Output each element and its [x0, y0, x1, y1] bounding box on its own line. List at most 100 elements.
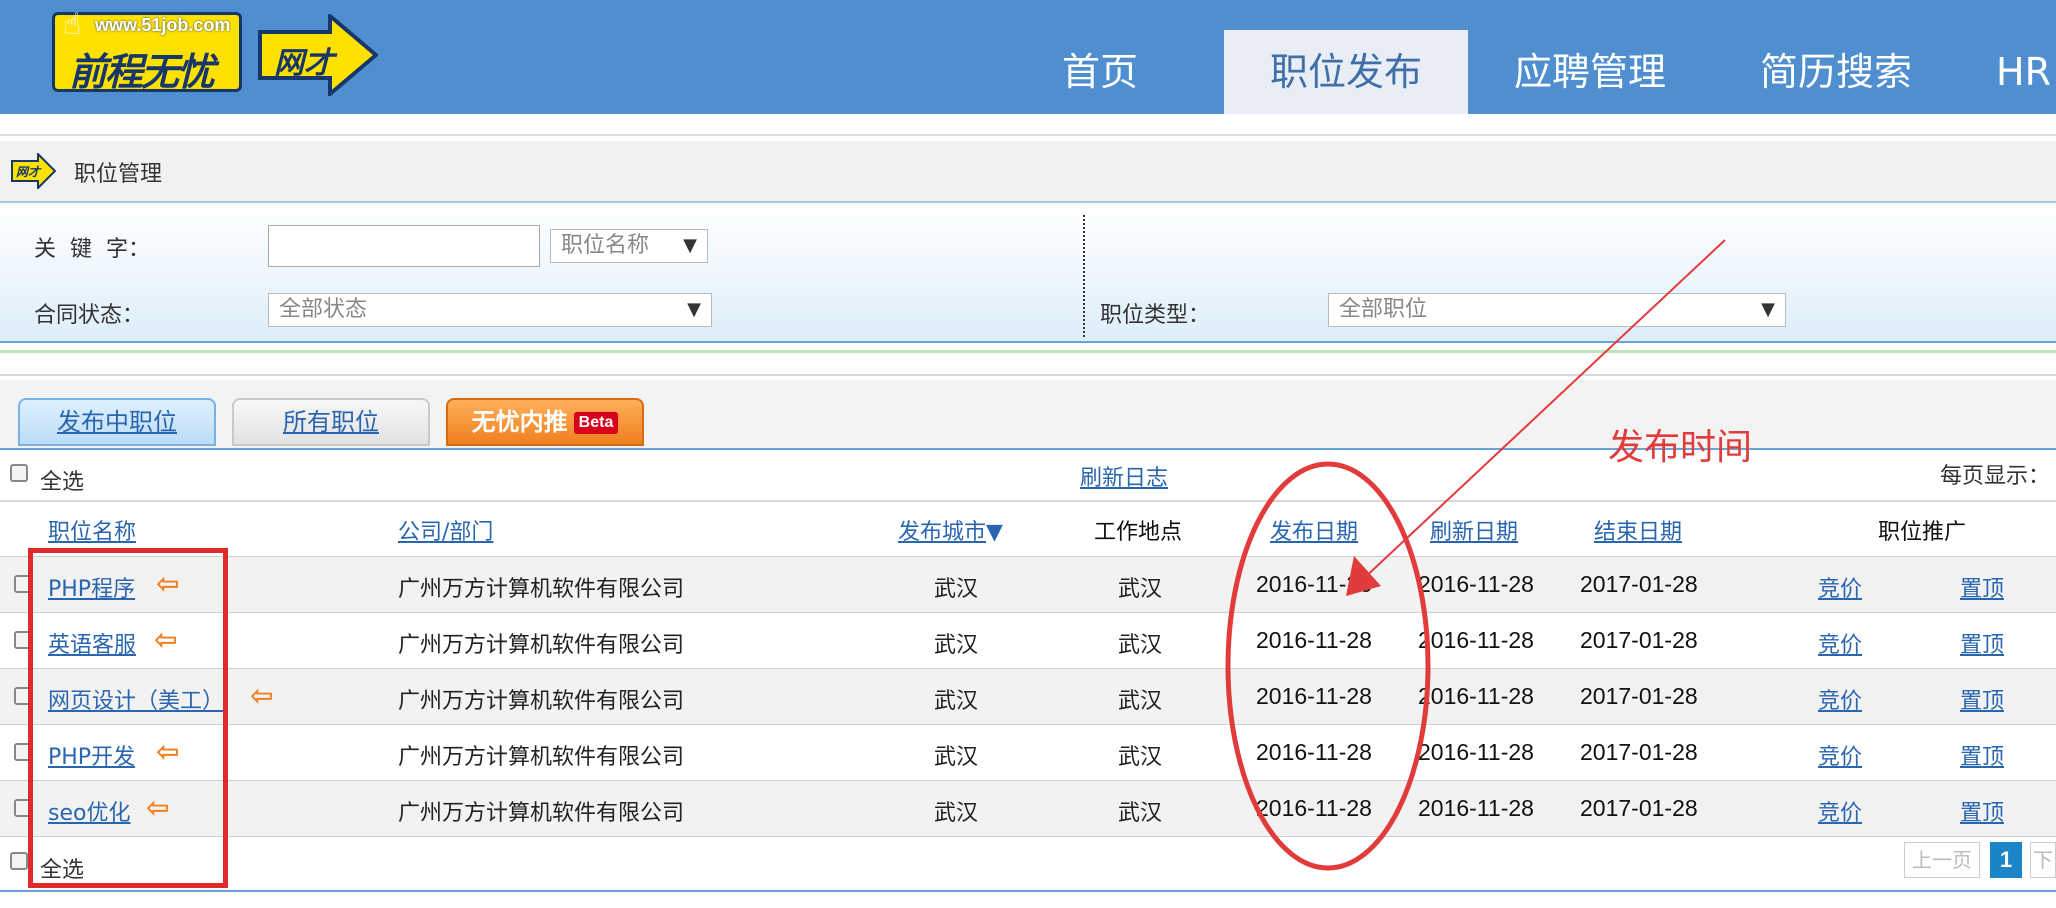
chevron-down-icon: ▼: [1761, 299, 1775, 320]
location-cell: 武汉: [1118, 633, 1163, 658]
refresh-log-link[interactable]: 刷新日志: [1080, 460, 1168, 492]
tab-internal-referral[interactable]: 无忧内推 Beta: [446, 398, 644, 446]
beta-badge: Beta: [573, 412, 619, 434]
prev-page-button[interactable]: 上一页: [1904, 842, 1980, 878]
nav-job-publish[interactable]: 职位发布: [1224, 30, 1468, 114]
divider: [0, 374, 2056, 376]
table-row: PHP程序 ⇦ 广州万方计算机软件有限公司 武汉 武汉 2016-11-28 2…: [0, 556, 2056, 613]
sort-down-icon: ▼: [986, 520, 1003, 545]
table-row: 网页设计（美工） ⇦ 广州万方计算机软件有限公司 武汉 武汉 2016-11-2…: [0, 668, 2056, 725]
pin-top-link[interactable]: 置顶: [1960, 683, 2004, 715]
wangcai-logo-icon: 网才: [11, 153, 56, 189]
publish-date-cell: 2016-11-28: [1256, 795, 1372, 821]
location-cell: 武汉: [1118, 801, 1163, 826]
keyword-input[interactable]: [268, 225, 540, 267]
publish-date-cell: 2016-11-28: [1256, 739, 1372, 765]
col-city[interactable]: 发布城市▼: [898, 514, 1003, 546]
page-title: 职位管理: [74, 162, 163, 187]
pin-top-link[interactable]: 置顶: [1960, 627, 2004, 659]
city-cell: 武汉: [934, 801, 979, 826]
end-date-cell: 2017-01-28: [1580, 571, 1698, 597]
arrow-left-icon: ⇦: [250, 679, 274, 712]
col-end-date[interactable]: 结束日期: [1594, 514, 1682, 546]
table-footer: [0, 836, 2056, 897]
logo-brand: 前程无忧: [69, 50, 215, 94]
bid-link[interactable]: 竞价: [1818, 795, 1862, 827]
refresh-date-cell: 2016-11-28: [1418, 627, 1534, 653]
table-row: PHP开发 ⇦ 广州万方计算机软件有限公司 武汉 武汉 2016-11-28 2…: [0, 724, 2056, 781]
end-date-cell: 2017-01-28: [1580, 795, 1698, 821]
keyword-field-select[interactable]: 职位名称 ▼: [550, 229, 708, 263]
col-refresh-date[interactable]: 刷新日期: [1430, 514, 1518, 546]
jobtype-label: 职位类型：: [1100, 303, 1211, 328]
table-row: seo优化 ⇦ 广州万方计算机软件有限公司 武汉 武汉 2016-11-28 2…: [0, 780, 2056, 837]
chevron-down-icon: ▼: [683, 235, 697, 256]
col-location: 工作地点: [1094, 520, 1183, 545]
divider: [0, 350, 2056, 353]
refresh-date-cell: 2016-11-28: [1418, 571, 1534, 597]
col-promotion: 职位推广: [1878, 520, 1967, 545]
publish-date-cell: 2016-11-28: [1256, 627, 1372, 653]
refresh-date-cell: 2016-11-28: [1418, 739, 1534, 765]
location-cell: 武汉: [1118, 745, 1163, 770]
publish-date-cell: 2016-11-28: [1256, 683, 1372, 709]
select-all-checkbox[interactable]: [10, 464, 28, 482]
per-page-label: 每页显示：: [1940, 464, 2051, 489]
current-page-button[interactable]: 1: [1990, 842, 2022, 878]
company-cell: 广州万方计算机软件有限公司: [398, 633, 685, 658]
divider: [0, 134, 2056, 136]
table-header: 职位名称 公司/部门 发布城市▼ 工作地点 发布日期 刷新日期 结束日期 职位推…: [0, 500, 2056, 556]
table-row: 英语客服 ⇦ 广州万方计算机软件有限公司 武汉 武汉 2016-11-28 20…: [0, 612, 2056, 669]
divider: [0, 890, 2056, 892]
pin-top-link[interactable]: 置顶: [1960, 571, 2004, 603]
pin-top-link[interactable]: 置顶: [1960, 795, 2004, 827]
refresh-date-cell: 2016-11-28: [1418, 795, 1534, 821]
job-type-value: 全部职位: [1339, 297, 1428, 322]
company-cell: 广州万方计算机软件有限公司: [398, 801, 685, 826]
bid-link[interactable]: 竞价: [1818, 627, 1862, 659]
nav-home[interactable]: 首页: [1022, 30, 1178, 114]
location-cell: 武汉: [1118, 689, 1163, 714]
annotation-box: [28, 548, 228, 888]
end-date-cell: 2017-01-28: [1580, 739, 1698, 765]
company-cell: 广州万方计算机软件有限公司: [398, 745, 685, 770]
filter-panel: 关 键 字： 职位名称 ▼ 合同状态： 全部状态 ▼ 职位类型： 全部职位 ▼: [0, 205, 2056, 343]
contract-status-select[interactable]: 全部状态 ▼: [268, 293, 712, 327]
city-cell: 武汉: [934, 689, 979, 714]
keyword-field-value: 职位名称: [561, 233, 650, 258]
company-cell: 广州万方计算机软件有限公司: [398, 577, 685, 602]
51job-logo[interactable]: ☝ www.51job.com 前程无忧: [52, 7, 242, 94]
col-job-title[interactable]: 职位名称: [48, 514, 136, 546]
keyword-label: 关 键 字：: [34, 237, 150, 262]
hand-pointer-icon: ☝: [63, 7, 82, 42]
location-cell: 武汉: [1118, 577, 1163, 602]
col-publish-date[interactable]: 发布日期: [1270, 514, 1358, 546]
nav-resume-search[interactable]: 简历搜索: [1736, 30, 1936, 114]
end-date-cell: 2017-01-28: [1580, 627, 1698, 653]
pin-top-link[interactable]: 置顶: [1960, 739, 2004, 771]
tab-publishing-jobs[interactable]: 发布中职位: [18, 398, 216, 446]
annotation-label: 发布时间: [1608, 427, 1753, 468]
select-all-checkbox-bottom[interactable]: [10, 852, 28, 870]
city-cell: 武汉: [934, 577, 979, 602]
nav-hr[interactable]: HR: [1996, 30, 2056, 114]
end-date-cell: 2017-01-28: [1580, 683, 1698, 709]
select-all-label: 全选: [40, 470, 85, 495]
bid-link[interactable]: 竞价: [1818, 571, 1862, 603]
bid-link[interactable]: 竞价: [1818, 739, 1862, 771]
job-type-select[interactable]: 全部职位 ▼: [1328, 293, 1786, 327]
tab-all-jobs[interactable]: 所有职位: [232, 398, 430, 446]
col-company[interactable]: 公司/部门: [398, 514, 493, 546]
city-cell: 武汉: [934, 745, 979, 770]
col-city-label: 发布城市: [898, 520, 987, 545]
contract-status-value: 全部状态: [279, 297, 368, 322]
logo-url: www.51job.com: [95, 15, 231, 35]
refresh-date-cell: 2016-11-28: [1418, 683, 1534, 709]
publish-date-cell: 2016-11-28: [1256, 571, 1372, 597]
wangcai-logo[interactable]: 网才: [256, 14, 378, 96]
filter-divider: [1083, 215, 1085, 337]
chevron-down-icon: ▼: [687, 299, 701, 320]
nav-applications[interactable]: 应聘管理: [1490, 30, 1690, 114]
next-page-button[interactable]: 下: [2030, 842, 2056, 878]
bid-link[interactable]: 竞价: [1818, 683, 1862, 715]
